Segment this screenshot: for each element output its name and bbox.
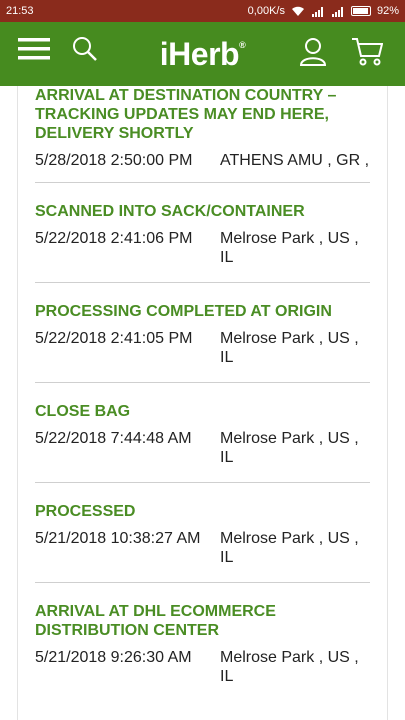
event-details: 5/21/2018 9:26:30 AM Melrose Park , US , … (35, 648, 370, 686)
event-location: ATHENS AMU , GR , (220, 152, 370, 169)
status-bar: 21:53 0,00K/s 92% (0, 0, 405, 22)
logo-registered-mark: ® (239, 40, 246, 50)
event-location: Melrose Park , US , IL (220, 430, 359, 466)
event-status-title: ARRIVAL AT DESTINATION COUNTRY – TRACKIN… (35, 87, 337, 142)
event-timestamp: 5/21/2018 10:38:27 AM (35, 530, 201, 547)
wifi-icon (291, 6, 305, 17)
battery-fill (352, 8, 368, 14)
tracking-event: SCANNED INTO SACK/CONTAINER 5/22/2018 2:4… (35, 183, 370, 283)
event-timestamp: 5/21/2018 9:26:30 AM (35, 649, 192, 666)
event-details: 5/22/2018 7:44:48 AM Melrose Park , US , … (35, 429, 370, 467)
tracking-event: PROCESSED 5/21/2018 10:38:27 AM Melrose Pa… (35, 483, 370, 583)
event-location: Melrose Park , US , IL (220, 330, 359, 366)
event-location: Melrose Park , US , IL (220, 649, 359, 685)
event-details: 5/22/2018 2:41:06 PM Melrose Park , US , … (35, 229, 370, 267)
cart-icon[interactable] (351, 36, 384, 71)
event-location: Melrose Park , US , IL (220, 230, 359, 266)
event-status-title: SCANNED INTO SACK/CONTAINER (35, 203, 305, 220)
event-status-title: CLOSE BAG (35, 403, 131, 420)
event-timestamp: 5/28/2018 2:50:00 PM (35, 152, 193, 169)
battery-icon (350, 6, 371, 16)
tracking-history-panel: ARRIVAL AT DESTINATION COUNTRY – TRACKIN… (17, 86, 388, 720)
tracking-event-list: ARRIVAL AT DESTINATION COUNTRY – TRACKIN… (35, 86, 370, 694)
status-indicators: 0,00K/s 92% (248, 5, 399, 17)
status-time: 21:53 (6, 5, 34, 17)
event-details: 5/28/2018 2:50:00 PM ATHENS AMU , GR , (35, 151, 370, 170)
event-timestamp: 5/22/2018 7:44:48 AM (35, 430, 192, 447)
event-location: Melrose Park , US , IL (220, 530, 359, 566)
network-speed: 0,00K/s (247, 5, 285, 17)
event-timestamp: 5/22/2018 2:41:05 PM (35, 330, 193, 347)
event-details: 5/21/2018 10:38:27 AM Melrose Park , US ,… (35, 529, 370, 567)
battery-level: 92% (376, 5, 399, 17)
logo-text: iHerb (159, 36, 240, 72)
event-status-title: PROCESSING COMPLETED AT ORIGIN (35, 303, 332, 320)
event-timestamp: 5/22/2018 2:41:06 PM (35, 230, 193, 247)
tracking-event: ARRIVAL AT DESTINATION COUNTRY – TRACKIN… (35, 86, 370, 183)
account-icon[interactable] (299, 36, 327, 71)
tracking-event: PROCESSING COMPLETED AT ORIGIN 5/22/2018 … (35, 283, 370, 383)
event-details: 5/22/2018 2:41:05 PM Melrose Park , US , … (35, 329, 370, 367)
event-status-title: ARRIVAL AT DHL ECOMMERCE DISTRIBUTION CE… (35, 603, 276, 639)
header-right-actions (299, 36, 384, 71)
event-status-title: PROCESSED (35, 503, 136, 520)
tracking-event: ARRIVAL AT DHL ECOMMERCE DISTRIBUTION CE… (35, 583, 370, 694)
signal-icon-sim2 (331, 6, 345, 17)
app-header: iHerb® (0, 22, 405, 86)
tracking-event: CLOSE BAG 5/22/2018 7:44:48 AM Melrose Par… (35, 383, 370, 483)
signal-icon-sim1 (311, 6, 325, 17)
